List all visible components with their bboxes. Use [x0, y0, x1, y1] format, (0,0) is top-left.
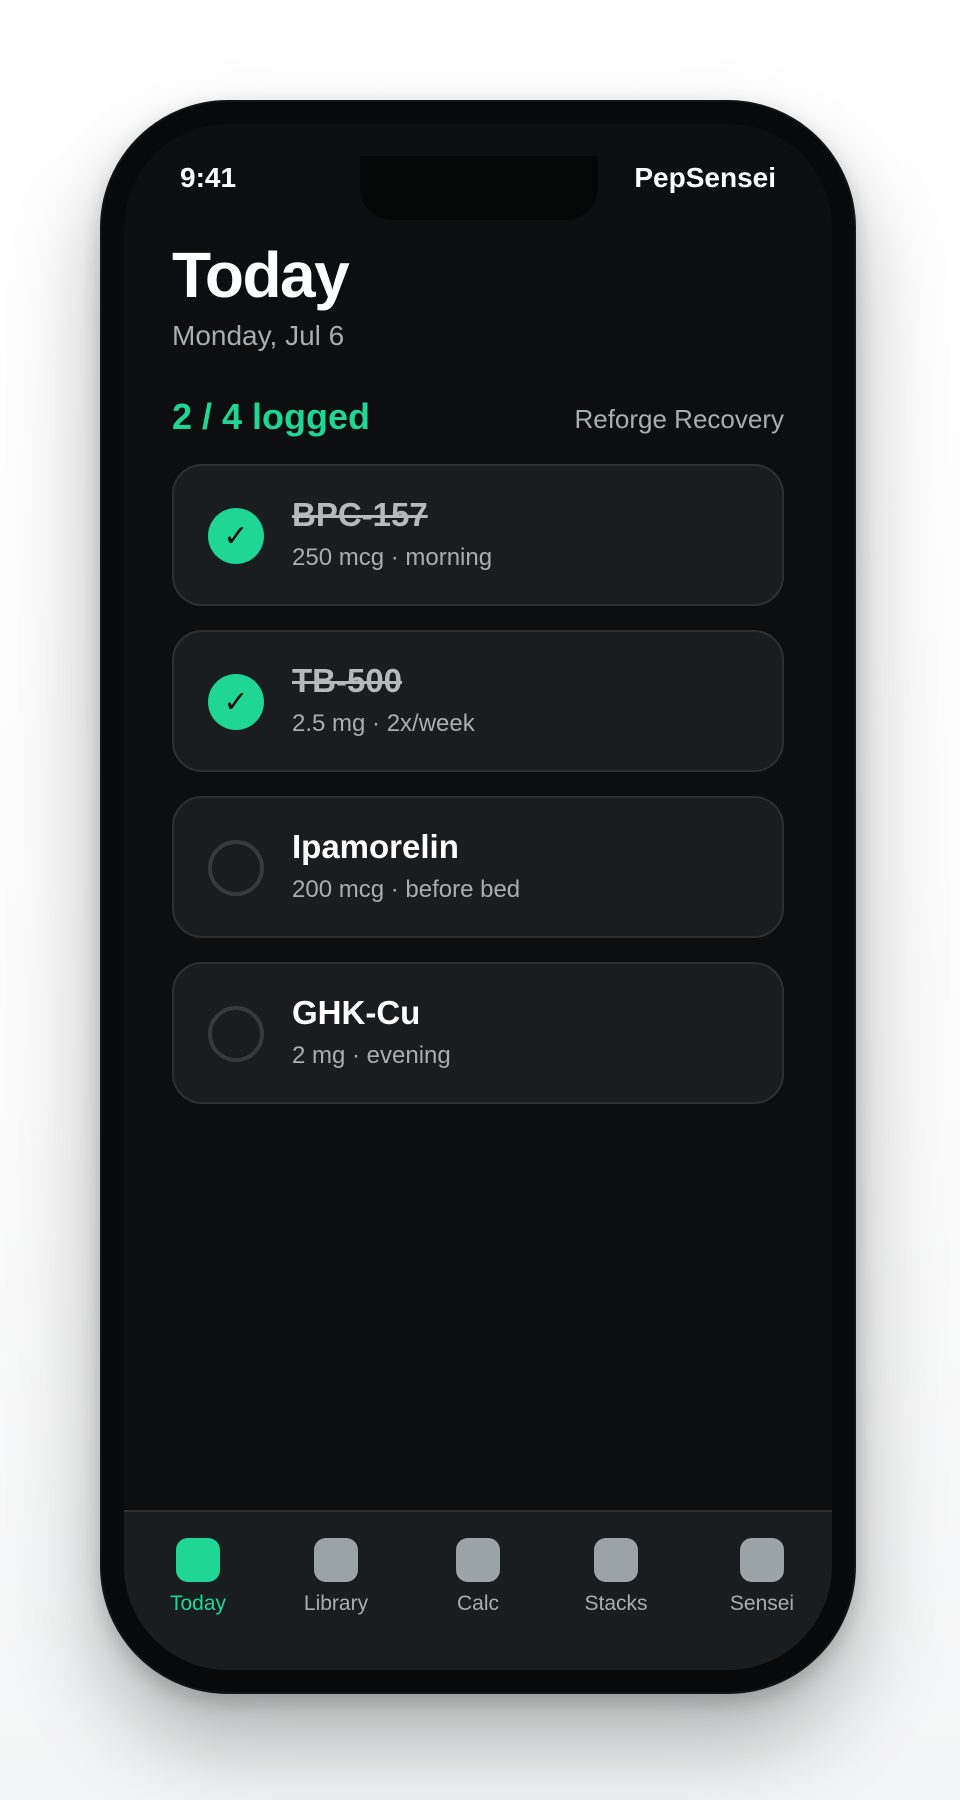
- logged-count: 2 / 4 logged: [172, 396, 371, 437]
- dose-detail: 200 mcg · before bed: [292, 876, 521, 903]
- tab-label: Stacks: [584, 1592, 648, 1615]
- empty-circle-icon[interactable]: [208, 1006, 264, 1062]
- page-backdrop: 9:41 PepSensei Today Monday, Jul 6 2 / 4…: [0, 0, 960, 1800]
- tab-label: Library: [303, 1592, 369, 1615]
- calc-icon: [456, 1538, 500, 1582]
- dose-card-ipamorelin[interactable]: Ipamorelin 200 mcg · before bed: [172, 796, 784, 938]
- dose-card-tb-500[interactable]: ✓ TB-500 2.5 mg · 2x/week: [172, 630, 784, 772]
- dose-detail: 2 mg · evening: [292, 1042, 451, 1069]
- dose-name: TB-500: [292, 662, 403, 699]
- page-title: Today: [172, 239, 350, 311]
- dose-detail: 250 mcg · morning: [292, 544, 493, 571]
- tab-sensei[interactable]: Sensei: [702, 1538, 822, 1616]
- checked-circle-icon[interactable]: ✓: [208, 674, 264, 730]
- active-stack-name[interactable]: Reforge Recovery: [574, 404, 784, 435]
- dose-name: Ipamorelin: [292, 828, 459, 865]
- tab-label: Sensei: [729, 1592, 795, 1615]
- empty-circle-icon[interactable]: [208, 840, 264, 896]
- dose-card-bpc-157[interactable]: ✓ BPC-157 250 mcg · morning: [172, 464, 784, 606]
- dose-name: BPC-157: [292, 496, 428, 533]
- app-screen: 9:41 PepSensei Today Monday, Jul 6 2 / 4…: [124, 124, 832, 1670]
- tab-stacks[interactable]: Stacks: [556, 1538, 676, 1616]
- dose-list: ✓ BPC-157 250 mcg · morning ✓ TB-500 2.5…: [172, 464, 784, 1128]
- status-app-name: PepSensei: [634, 162, 776, 193]
- sensei-icon: [740, 1538, 784, 1582]
- dose-name: GHK-Cu: [292, 994, 421, 1031]
- today-icon: [176, 1538, 220, 1582]
- tab-today[interactable]: Today: [138, 1538, 258, 1616]
- checked-circle-icon[interactable]: ✓: [208, 508, 264, 564]
- library-icon: [314, 1538, 358, 1582]
- stacks-icon: [594, 1538, 638, 1582]
- tab-label: Calc: [456, 1592, 499, 1615]
- tab-label: Today: [169, 1592, 227, 1615]
- tab-calc[interactable]: Calc: [418, 1538, 538, 1616]
- bottom-tab-bar: Today Library Calc Stacks Sensei: [124, 1510, 832, 1670]
- tab-library[interactable]: Library: [276, 1538, 396, 1616]
- camera-notch: [360, 156, 598, 220]
- dose-card-ghk-cu[interactable]: GHK-Cu 2 mg · evening: [172, 962, 784, 1104]
- status-time: 9:41: [180, 162, 237, 193]
- dose-detail: 2.5 mg · 2x/week: [292, 710, 475, 737]
- page-date: Monday, Jul 6: [172, 320, 345, 351]
